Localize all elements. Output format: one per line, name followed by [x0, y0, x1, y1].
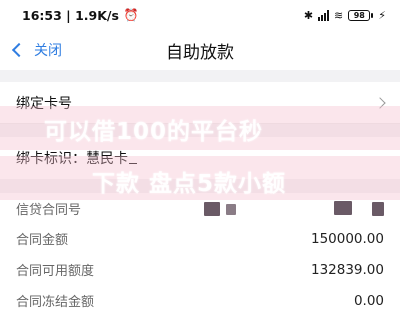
status-time: 16:53: [22, 7, 62, 23]
hd-signal-icon: [318, 9, 330, 21]
wifi-icon: ≋: [334, 8, 344, 22]
available-credit-value: 132839.00: [310, 261, 384, 278]
bind-card-row[interactable]: 绑定卡号: [0, 82, 400, 124]
bind-card-label: 绑定卡号: [16, 95, 72, 112]
contract-amount-label: 合同金额: [16, 233, 69, 248]
status-left: 16:53 | 1.9K/s ⏰: [22, 8, 139, 23]
frozen-amount-label: 合同冻结金额: [16, 295, 95, 310]
status-bar: 16:53 | 1.9K/s ⏰ ✱ ≋ 98 ⚡: [0, 0, 400, 30]
contract-number-row: 信贷合同号: [16, 199, 384, 218]
contract-amount-row: 合同金额 150000.00: [16, 229, 384, 249]
contract-number-label: 信贷合同号: [16, 203, 82, 218]
redacted-block: [334, 201, 352, 215]
redacted-block: [226, 204, 236, 215]
redacted-block: [372, 202, 384, 216]
bluetooth-icon: ✱: [303, 8, 314, 22]
charging-icon: ⚡: [378, 8, 386, 22]
frozen-amount-value: 0.00: [353, 292, 384, 309]
redacted-block: [204, 202, 220, 216]
nav-bar: 关闭 自助放款: [0, 30, 400, 70]
card-identifier-label: 绑卡标识：: [16, 151, 86, 167]
page-title: 自助放款: [166, 43, 234, 63]
alarm-icon: ⏰: [123, 8, 139, 22]
chevron-right-icon: [374, 96, 386, 109]
available-credit-label: 合同可用额度: [16, 264, 95, 279]
battery-icon: 98: [348, 9, 374, 21]
battery-level: 98: [348, 9, 371, 21]
frozen-amount-row: 合同冻结金额 0.00: [16, 291, 384, 311]
contract-amount-value: 150000.00: [310, 230, 384, 247]
card-identifier-value: 慧民卡: [86, 151, 128, 167]
contract-section: 信贷合同号 合同金额 150000.00 合同可用额度 132839.00 合同…: [0, 193, 400, 319]
network-speed: 1.9K/s: [75, 7, 119, 23]
status-right: ✱ ≋ 98 ⚡: [304, 9, 386, 22]
text-cursor: [129, 152, 137, 164]
status-separator: |: [61, 7, 76, 23]
available-credit-row: 合同可用额度 132839.00: [16, 260, 384, 280]
card-identifier-row[interactable]: 绑卡标识： 慧民卡: [0, 137, 400, 179]
